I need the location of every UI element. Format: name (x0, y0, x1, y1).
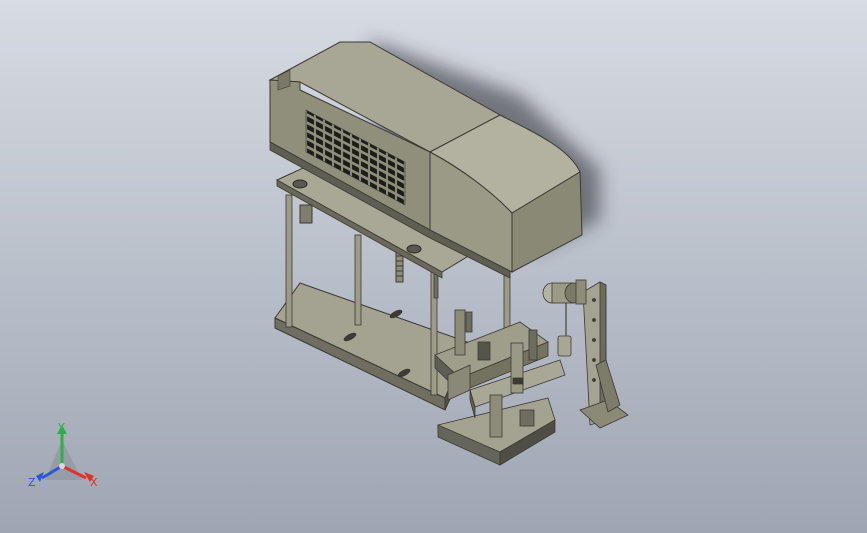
pulley-stand[interactable] (542, 279, 629, 429)
base-plate[interactable] (274, 282, 471, 411)
coordinate-triad: Y X Z (28, 421, 98, 489)
z-axis-label: Z (28, 476, 36, 489)
y-axis-label: Y (57, 421, 65, 434)
assembly-drawing[interactable]: Y X Z (0, 0, 867, 533)
spring (395, 251, 404, 283)
fixture-assembly[interactable] (434, 309, 566, 466)
cad-viewport[interactable]: Y X Z (0, 0, 867, 533)
x-axis-label: X (90, 476, 98, 489)
